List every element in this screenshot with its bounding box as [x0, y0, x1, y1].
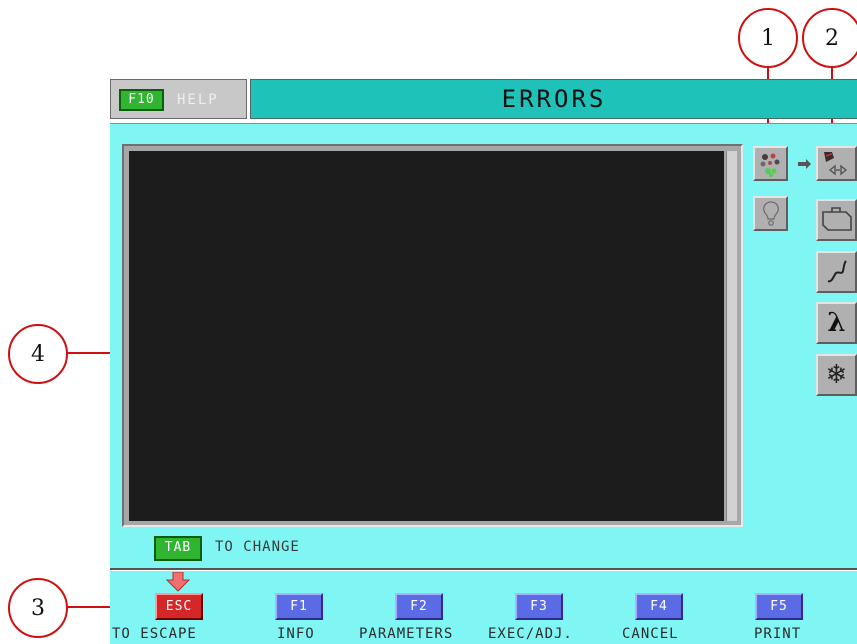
fuel-injector-icon — [823, 151, 847, 175]
callout-2: 2 — [802, 8, 857, 68]
error-display-area — [129, 151, 724, 521]
callout-4: 4 — [8, 324, 68, 384]
snowflake-icon: ❄ — [825, 360, 848, 390]
f5-key[interactable]: F5 — [755, 593, 803, 620]
molecule-icon-button[interactable] — [753, 146, 788, 181]
f1-label: INFO — [277, 626, 315, 642]
lambda-icon-button[interactable]: λ — [816, 302, 857, 344]
f4-label: CANCEL — [622, 626, 679, 642]
error-display-frame — [122, 144, 743, 527]
page-title: ERRORS — [501, 85, 607, 113]
divider — [110, 568, 857, 571]
molecule-icon — [760, 153, 779, 177]
engine-icon — [821, 207, 852, 231]
wave-icon-button[interactable] — [816, 251, 857, 293]
tab-hint-label: TO CHANGE — [215, 539, 300, 555]
fuel-injector-icon-button[interactable] — [816, 146, 857, 181]
wave-icon — [827, 260, 847, 283]
main-panel: λ ❄ TAB TO CHANGE ESC F1 F2 F3 F4 F5 TO … — [110, 123, 857, 644]
esc-key[interactable]: ESC — [155, 593, 203, 620]
f2-label: PARAMETERS — [359, 626, 454, 642]
tab-key[interactable]: TAB — [154, 536, 202, 561]
title-bar: ERRORS — [250, 79, 857, 119]
display-scrollbar[interactable] — [726, 151, 737, 521]
f10-key[interactable]: F10 — [119, 89, 164, 111]
f4-key[interactable]: F4 — [635, 593, 683, 620]
help-box[interactable]: F10 HELP — [110, 79, 247, 119]
engine-icon-button[interactable] — [816, 199, 857, 241]
help-label: HELP — [177, 92, 219, 108]
esc-label: TO ESCAPE — [112, 626, 197, 642]
esc-indicator-arrow-icon — [166, 572, 190, 592]
lambda-icon: λ — [827, 308, 846, 338]
f3-label: EXEC/ADJ. — [488, 626, 573, 642]
lightbulb-icon-button[interactable] — [753, 196, 788, 231]
f3-key[interactable]: F3 — [515, 593, 563, 620]
callout-3: 3 — [8, 578, 68, 638]
lightbulb-icon — [762, 200, 779, 226]
f2-key[interactable]: F2 — [395, 593, 443, 620]
f1-key[interactable]: F1 — [275, 593, 323, 620]
callout-1: 1 — [738, 8, 798, 68]
snowflake-icon-button[interactable]: ❄ — [816, 354, 857, 396]
arrow-right-icon — [798, 159, 811, 169]
f5-label: PRINT — [754, 626, 802, 642]
